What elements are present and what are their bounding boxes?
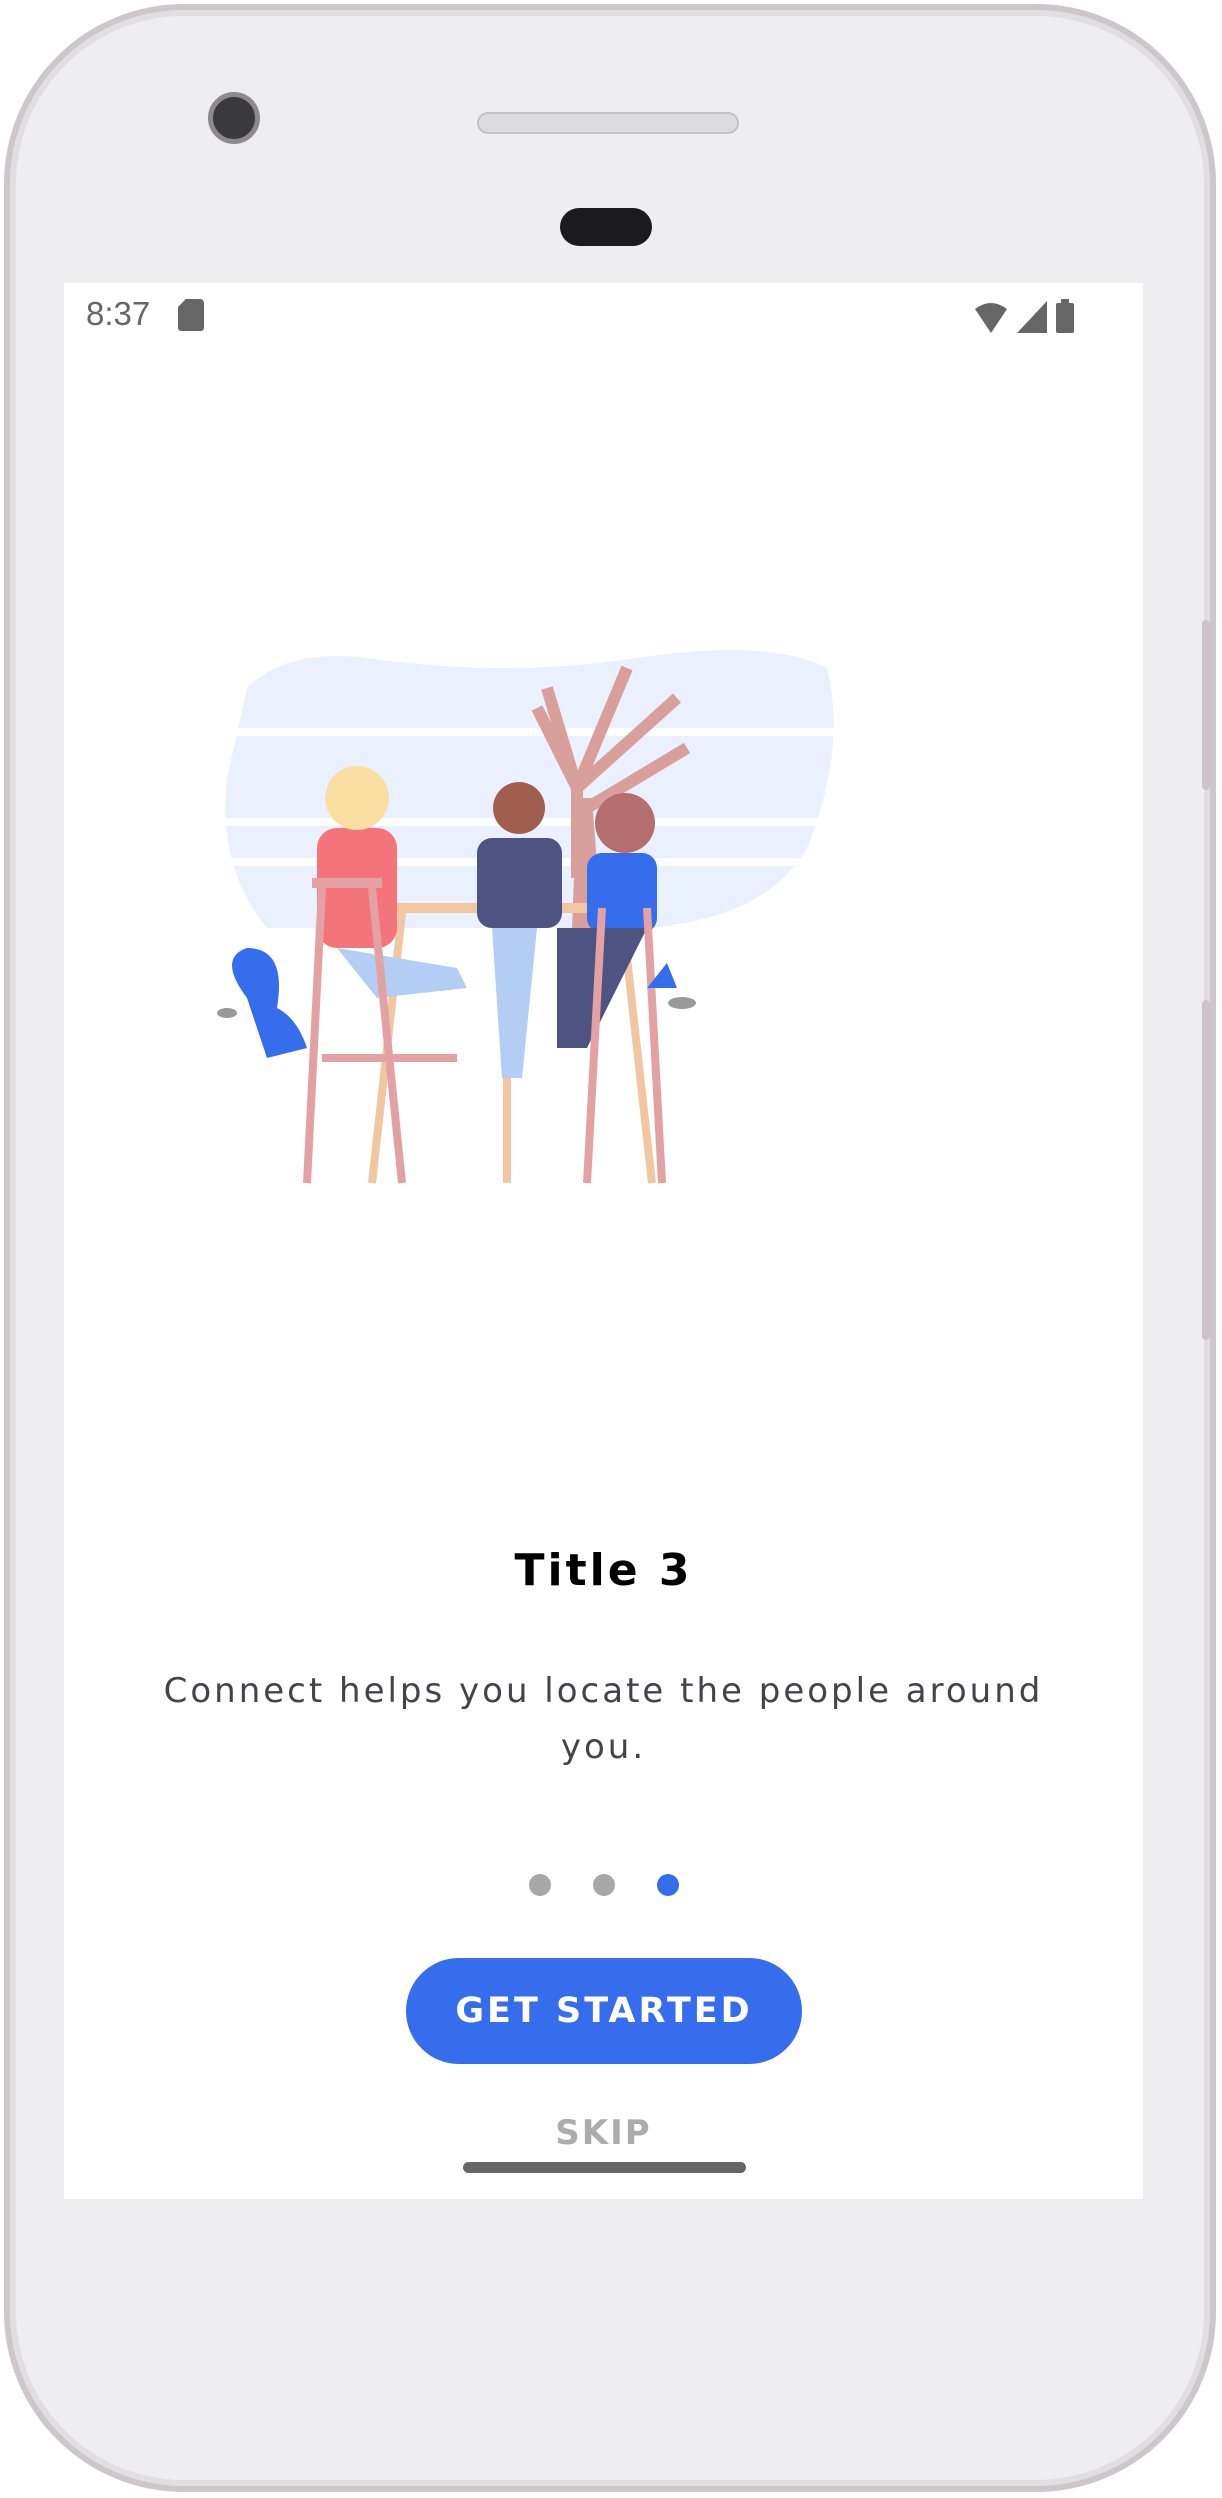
onboarding-illustration [207, 650, 1001, 1184]
sd-card-icon [178, 299, 204, 331]
status-bar: 8:37 [64, 283, 1143, 347]
status-time: 8:37 [86, 295, 151, 332]
page-dot-2[interactable] [592, 1874, 615, 1896]
screen: 8:37 Title 3 Connect helps you locate th… [64, 283, 1143, 2199]
wifi-icon [975, 303, 1007, 333]
onboarding-title: Title 3 [514, 1545, 693, 1596]
onboarding-description: Connect helps you locate the people arou… [163, 1671, 1044, 1767]
power-button [1202, 1000, 1210, 1340]
battery-icon [1056, 299, 1074, 333]
home-indicator[interactable] [463, 2162, 746, 2173]
front-camera [208, 92, 260, 144]
page-dot-3-active[interactable] [656, 1874, 679, 1896]
volume-button [1202, 620, 1210, 790]
signal-icon [1017, 301, 1047, 333]
earpiece [560, 208, 652, 246]
get-started-button[interactable]: GET STARTED [406, 1958, 802, 2064]
skip-button[interactable]: SKIP [64, 2113, 1143, 2153]
page-indicator [64, 1874, 1143, 1896]
page-dot-1[interactable] [528, 1874, 551, 1896]
speaker-grille [477, 112, 739, 134]
